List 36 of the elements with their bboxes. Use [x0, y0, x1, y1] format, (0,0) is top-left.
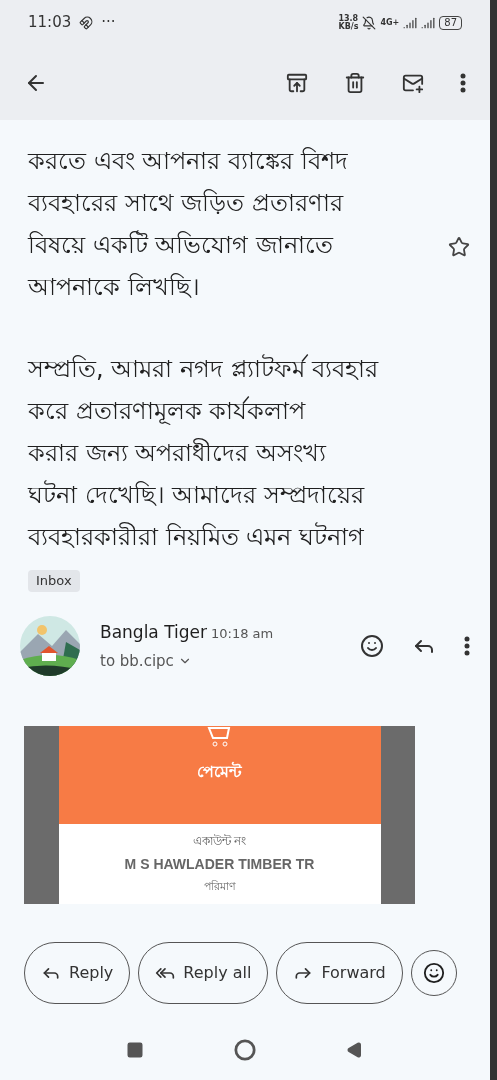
battery-indicator: 87 [439, 15, 462, 30]
archive-button[interactable] [286, 71, 308, 94]
email-paragraph: করতে এবং আপনার ব্যাঙ্কের বিশদ ব্যবহারের সাথে জড়িত প্রতারণার বিষয়ে একটি অভিযোগ জানাতে আপনাকে লিখছি। [28, 146, 349, 303]
delete-button[interactable] [344, 71, 366, 94]
account-label: একাউন্ট নং [192, 833, 247, 850]
signal-icon [403, 15, 418, 30]
magnet-icon [79, 15, 94, 30]
smiley-icon [360, 634, 384, 658]
speed-value: 13.8 [338, 14, 359, 23]
recipient-dropdown[interactable]: to bb.cipc [100, 649, 274, 672]
amount-label: পরিমাণ [203, 879, 236, 895]
home-icon[interactable] [234, 1039, 256, 1061]
sender-name: Bangla Tiger [100, 621, 207, 644]
smiley-icon [422, 962, 445, 984]
trash-icon [344, 71, 366, 94]
payment-title: পেমেন্ট [197, 761, 242, 783]
inbox-label: Inbox [28, 570, 80, 592]
status-overflow: ··· [101, 12, 116, 34]
email-paragraph: সম্প্রতি, আমরা নগদ প্ল্যাটফর্ম ব্যবহার করে প্রতারণামূলক কার্যকলাপ করার জন্য অপরাধীদের অসংখ্য ঘটনা দেখেছি। আমাদের সম্প্রদায়ের ব্যবহারকারীরা নিয়মিত এমন ঘটনাগ [28, 353, 380, 553]
speed-unit: KB/s [338, 22, 359, 31]
account-name: M S HAWLADER TIMBER TR [124, 855, 315, 874]
recents-icon[interactable] [126, 1041, 144, 1059]
star-button[interactable] [448, 236, 470, 258]
more-icon [464, 636, 470, 656]
status-time: 11:03 [28, 12, 72, 34]
network-type: 4G+ [380, 16, 400, 29]
bell-off-icon [362, 15, 377, 30]
back-icon[interactable] [346, 1041, 364, 1059]
email-time: 10:18 am [211, 625, 274, 643]
more-icon [460, 72, 466, 93]
signal-icon [421, 15, 436, 30]
more-button[interactable] [460, 72, 466, 93]
emoji-button[interactable] [360, 634, 384, 658]
star-icon [448, 236, 470, 258]
archive-icon [286, 71, 308, 94]
more-button[interactable] [464, 636, 470, 656]
